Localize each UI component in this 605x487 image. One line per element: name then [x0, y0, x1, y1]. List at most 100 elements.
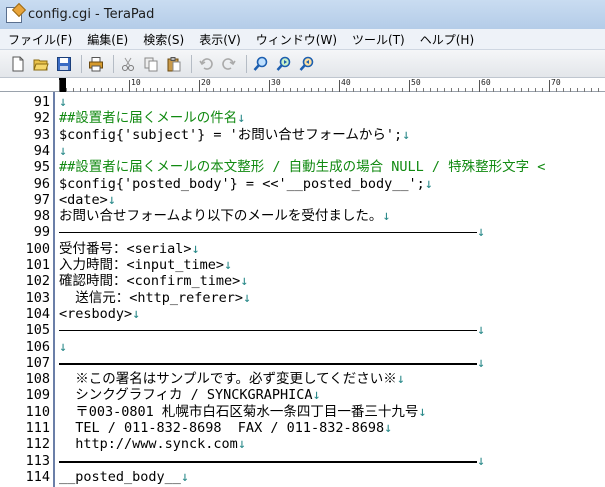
line-content: 受付番号：<serial>	[59, 241, 192, 257]
editor-line[interactable]: 111 TEL / 011-832-8698 FAX / 011-832-869…	[0, 420, 605, 436]
line-text: <resbody>↓	[59, 306, 140, 322]
editor-line[interactable]: 94 ↓	[0, 143, 605, 159]
line-text: $config{'subject'} = 'お問い合せフォームから';↓	[59, 127, 410, 143]
editor-line[interactable]: 100 受付番号：<serial>↓	[0, 241, 605, 257]
line-number: 103	[25, 290, 50, 306]
toolbar-separator	[113, 54, 114, 73]
copy-button[interactable]	[141, 54, 161, 74]
editor-line[interactable]: 99 ↓	[0, 224, 605, 240]
line-number: 110	[25, 404, 50, 420]
print-button[interactable]	[86, 54, 106, 74]
menu-window[interactable]: ウィンドウ(W)	[256, 31, 337, 48]
newline-marker: ↓	[224, 257, 233, 273]
toolbar	[0, 50, 605, 78]
editor-line[interactable]: 108 ※この署名はサンプルです。必ず変更してください※↓	[0, 371, 605, 387]
editor-line[interactable]: 109 シンクグラフィカ / SYNCKGRAPHICA↓	[0, 387, 605, 403]
editor-line[interactable]: 95 ##設置者に届くメールの本文整形 / 自動生成の場合 NULL / 特殊整形…	[0, 159, 605, 175]
line-text: 受付番号：<serial>↓	[59, 241, 200, 257]
editor-line[interactable]: 113 ↓	[0, 453, 605, 469]
line-content: $config{'subject'} = 'お問い合せフォームから';	[59, 127, 403, 143]
newline-marker: ↓	[477, 224, 486, 240]
newline-marker: ↓	[237, 436, 246, 452]
line-content: ##設置者に届くメールの件名	[59, 110, 238, 126]
save-button[interactable]	[54, 54, 74, 74]
ruler-major-tick	[269, 80, 270, 92]
line-text: ※この署名はサンプルです。必ず変更してください※↓	[59, 371, 405, 387]
menu-view[interactable]: 表示(V)	[199, 31, 241, 48]
line-text: TEL / 011-832-8698 FAX / 011-832-8698↓	[59, 420, 392, 436]
editor-line[interactable]: 96 $config{'posted_body'} = <<'__posted_b…	[0, 176, 605, 192]
line-number: 114	[25, 469, 50, 485]
ruler-label: 20	[201, 78, 211, 87]
editor-line[interactable]: 98 お問い合せフォームより以下のメールを受付ました。↓	[0, 208, 605, 224]
line-text: 送信元：<http_referer>↓	[59, 290, 251, 306]
open-folder-button[interactable]	[31, 54, 51, 74]
toolbar-separator	[246, 54, 247, 73]
newline-marker: ↓	[312, 387, 321, 403]
newline-marker: ↓	[180, 469, 190, 485]
ruler-label: 10	[131, 78, 141, 87]
line-text: http://www.synck.com↓	[59, 436, 246, 452]
newline-marker: ↓	[191, 241, 200, 257]
menu-file[interactable]: ファイル(F)	[8, 31, 72, 48]
menu-tools[interactable]: ツール(T)	[352, 31, 405, 48]
ruler-label: 40	[341, 78, 351, 87]
newline-marker: ↓	[132, 306, 141, 322]
toolbar-separator	[81, 54, 82, 73]
newline-marker: ↓	[59, 143, 68, 159]
editor-line[interactable]: 102 確認時間：<confirm_time>↓	[0, 273, 605, 289]
line-text: __posted_body__↓	[59, 469, 189, 485]
editor-line[interactable]: 105 ↓	[0, 322, 605, 338]
ruler-major-tick	[339, 80, 340, 92]
menu-help[interactable]: ヘルプ(H)	[420, 31, 474, 48]
menu-search[interactable]: 検索(S)	[143, 31, 184, 48]
window-title: config.cgi - TeraPad	[28, 7, 155, 22]
newline-marker: ↓	[477, 322, 486, 338]
editor-line[interactable]: 106 ↓	[0, 339, 605, 355]
line-content: お問い合せフォームより以下のメールを受付ました。	[59, 208, 383, 224]
search-prev-button[interactable]	[297, 54, 317, 74]
new-file-button[interactable]	[8, 54, 28, 74]
line-text: ↓	[59, 339, 67, 355]
search-next-icon	[276, 56, 292, 72]
newline-marker: ↓	[59, 339, 68, 355]
search-next-button[interactable]	[274, 54, 294, 74]
newline-marker: ↓	[477, 453, 486, 469]
line-number: 96	[33, 176, 50, 192]
line-number: 111	[25, 420, 50, 436]
redo-button[interactable]	[219, 54, 239, 74]
editor-line[interactable]: 91 ↓	[0, 94, 605, 110]
text-editor[interactable]: 91 ↓ 92 ##設置者に届くメールの件名↓ 93 $config{'subject'}…	[0, 92, 605, 487]
line-content: $config{'posted_body'} = <<'__posted_bod…	[59, 176, 425, 192]
editor-line[interactable]: 93 $config{'subject'} = 'お問い合せフォームから';↓	[0, 127, 605, 143]
redo-icon	[221, 56, 237, 72]
line-text: 確認時間：<confirm_time>↓	[59, 273, 248, 289]
title-bar: config.cgi - TeraPad	[0, 0, 605, 29]
line-number: 100	[25, 241, 50, 257]
editor-line[interactable]: 101 入力時間：<input_time>↓	[0, 257, 605, 273]
cut-button[interactable]	[118, 54, 138, 74]
search-prev-icon	[299, 56, 315, 72]
paste-icon	[166, 56, 182, 72]
newline-marker: ↓	[477, 355, 486, 371]
ruler-major-tick	[59, 80, 60, 92]
newline-marker: ↓	[237, 110, 246, 126]
editor-line[interactable]: 107 ↓	[0, 355, 605, 371]
line-content: 確認時間：<confirm_time>	[59, 273, 241, 289]
line-text: $config{'posted_body'} = <<'__posted_bod…	[59, 176, 433, 192]
editor-line[interactable]: 103 送信元：<http_referer>↓	[0, 290, 605, 306]
editor-line[interactable]: 114 __posted_body__↓	[0, 469, 605, 485]
search-button[interactable]	[251, 54, 271, 74]
editor-line[interactable]: 104 <resbody>↓	[0, 306, 605, 322]
paste-button[interactable]	[164, 54, 184, 74]
menu-edit[interactable]: 編集(E)	[87, 31, 128, 48]
line-text: ##設置者に届くメールの本文整形 / 自動生成の場合 NULL / 特殊整形文字…	[59, 159, 545, 175]
line-content: <date>	[59, 192, 108, 208]
editor-line[interactable]: 112 http://www.synck.com↓	[0, 436, 605, 452]
ruler-major-tick	[199, 80, 200, 92]
newline-marker: ↓	[424, 176, 433, 192]
editor-line[interactable]: 92 ##設置者に届くメールの件名↓	[0, 110, 605, 126]
undo-button[interactable]	[196, 54, 216, 74]
editor-line[interactable]: 97 <date>↓	[0, 192, 605, 208]
editor-line[interactable]: 110 〒003-0801 札幌市白石区菊水一条四丁目一番三十九号↓	[0, 404, 605, 420]
